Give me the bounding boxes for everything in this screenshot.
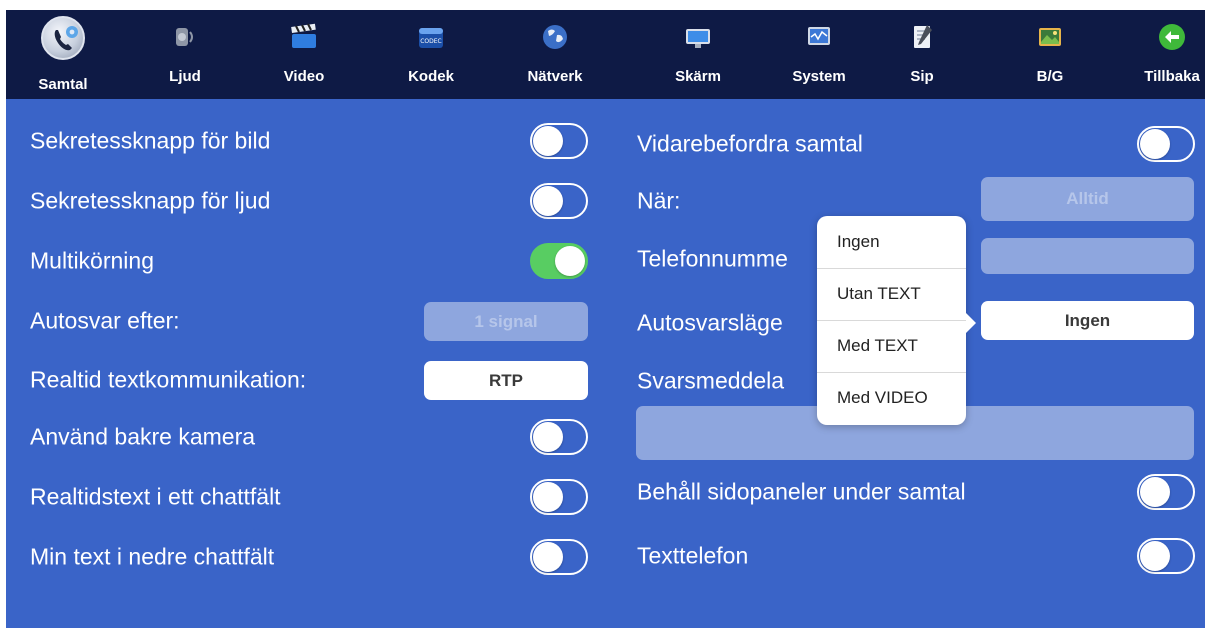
svg-text:CODEC: CODEC [420, 38, 442, 45]
phone-number-field [981, 238, 1194, 274]
tab-skarm[interactable]: Skärm [653, 10, 743, 99]
autoanswer-after-field: 1 signal [424, 302, 588, 341]
audio-privacy-label: Sekretessknapp för ljud [30, 187, 271, 214]
sip-notepad-icon [907, 22, 937, 52]
tab-system[interactable]: System [774, 10, 864, 99]
my-text-lower-label: Min text i nedre chattfält [30, 543, 275, 570]
video-privacy-label: Sekretessknapp för bild [30, 127, 271, 154]
autoanswer-after-label: Autosvar efter: [30, 307, 180, 334]
autoanswer-mode-label: Autosvarsläge [637, 309, 783, 336]
tab-bg-label: B/G [1036, 68, 1064, 85]
system-monitor-icon [804, 22, 834, 52]
text-phone-row: Texttelefon [637, 531, 1197, 581]
text-phone-toggle[interactable] [1137, 538, 1195, 574]
top-toolbar: Samtal Ljud Video CODEC Kodek Nätverk Sk… [6, 10, 1205, 99]
tab-ljud[interactable]: Ljud [140, 10, 230, 99]
tab-skarm-label: Skärm [675, 68, 721, 85]
when-field: Alltid [981, 177, 1194, 221]
phone-number-label: Telefonnumme [637, 245, 788, 272]
multitasking-label: Multikörning [30, 247, 154, 274]
when-label: När: [637, 187, 681, 214]
keep-side-panels-row: Behåll sidopaneler under samtal [637, 467, 1197, 517]
rtt-one-chat-toggle[interactable] [530, 479, 588, 515]
keep-side-panels-label: Behåll sidopaneler under samtal [637, 478, 966, 505]
tab-tillbaka-label: Tillbaka [1144, 68, 1200, 85]
tab-kodek[interactable]: CODEC Kodek [386, 10, 476, 99]
my-text-lower-row: Min text i nedre chattfält [30, 532, 590, 582]
tab-samtal-label: Samtal [38, 76, 88, 93]
clapperboard-icon [289, 22, 319, 52]
popover-option-ingen[interactable]: Ingen [817, 216, 966, 268]
video-privacy-toggle[interactable] [530, 123, 588, 159]
phone-gear-icon [41, 16, 85, 60]
rtt-one-chat-row: Realtidstext i ett chattfält [30, 472, 590, 522]
rear-camera-label: Använd bakre kamera [30, 423, 256, 450]
image-icon [1035, 22, 1065, 52]
popover-option-utan-text[interactable]: Utan TEXT [817, 268, 966, 320]
text-phone-label: Texttelefon [637, 542, 749, 569]
video-privacy-row: Sekretessknapp för bild [30, 116, 590, 166]
tab-system-label: System [792, 68, 846, 85]
tab-natverk-label: Nätverk [527, 68, 583, 85]
globe-icon [540, 22, 570, 52]
audio-privacy-toggle[interactable] [530, 183, 588, 219]
tab-tillbaka[interactable]: Tillbaka [1127, 10, 1205, 99]
back-arrow-icon [1157, 22, 1187, 52]
popover-option-med-text[interactable]: Med TEXT [817, 320, 966, 372]
tab-sip-label: Sip [910, 68, 934, 85]
tab-video[interactable]: Video [259, 10, 349, 99]
multitasking-row: Multikörning [30, 236, 590, 286]
realtime-text-field[interactable]: RTP [424, 361, 588, 400]
speaker-icon [170, 22, 200, 52]
tab-kodek-label: Kodek [408, 68, 454, 85]
call-forward-row: Vidarebefordra samtal [637, 119, 1197, 169]
tab-video-label: Video [283, 68, 325, 85]
tab-bg[interactable]: B/G [1005, 10, 1095, 99]
realtime-text-label: Realtid textkommunikation: [30, 366, 307, 393]
my-text-lower-toggle[interactable] [530, 539, 588, 575]
rear-camera-row: Använd bakre kamera [30, 412, 590, 462]
tab-natverk[interactable]: Nätverk [510, 10, 600, 99]
popover-arrow [966, 313, 976, 333]
tab-sip[interactable]: Sip [877, 10, 967, 99]
settings-screen: Samtal Ljud Video CODEC Kodek Nätverk Sk… [6, 10, 1205, 628]
audio-privacy-row: Sekretessknapp för ljud [30, 176, 590, 226]
call-forward-toggle[interactable] [1137, 126, 1195, 162]
multitasking-toggle[interactable] [530, 243, 588, 279]
keep-side-panels-toggle[interactable] [1137, 474, 1195, 510]
autoanswer-mode-popover: Ingen Utan TEXT Med TEXT Med VIDEO [817, 216, 976, 425]
tab-ljud-label: Ljud [169, 68, 201, 85]
tab-samtal[interactable]: Samtal [18, 10, 108, 99]
call-forward-label: Vidarebefordra samtal [637, 130, 863, 157]
rear-camera-toggle[interactable] [530, 419, 588, 455]
popover-option-med-video[interactable]: Med VIDEO [817, 372, 966, 424]
monitor-icon [683, 22, 713, 52]
autoanswer-mode-field[interactable]: Ingen [981, 301, 1194, 340]
answer-message-label: Svarsmeddela [637, 367, 785, 394]
rtt-one-chat-label: Realtidstext i ett chattfält [30, 483, 281, 510]
codec-icon: CODEC [416, 22, 446, 52]
